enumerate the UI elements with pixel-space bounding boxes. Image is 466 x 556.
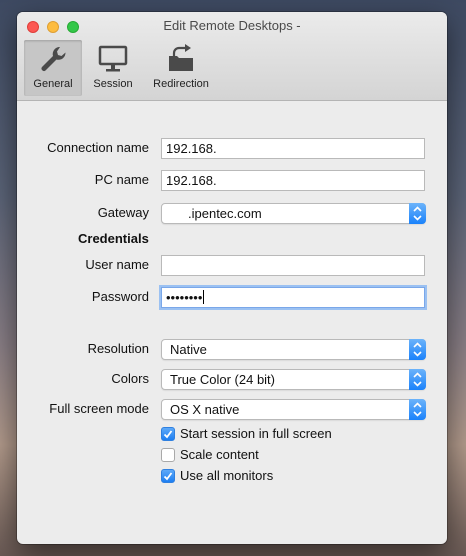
password-value: •••••••• [166,290,203,305]
credentials-heading: Credentials [78,231,149,246]
chevron-updown-icon [409,369,426,390]
colors-value: True Color (24 bit) [170,372,275,387]
gateway-label: Gateway [97,205,149,220]
tab-session-label: Session [93,78,133,90]
checkbox-checked-icon [161,469,175,483]
checkbox-unchecked-icon [161,448,175,462]
full-screen-mode-select[interactable]: OS X native [161,399,426,420]
password-field[interactable]: •••••••• [161,287,425,308]
gateway-select[interactable]: .ipentec.com [161,203,426,224]
colors-label: Colors [111,371,149,386]
tab-session[interactable]: Session [87,40,139,96]
colors-select[interactable]: True Color (24 bit) [161,369,426,390]
scale-content-label: Scale content [180,447,259,462]
edit-remote-desktops-window: Edit Remote Desktops - General Session R… [17,12,447,544]
pc-name-label: PC name [94,172,149,187]
tab-general-label: General [33,78,73,90]
chevron-updown-icon [409,339,426,360]
use-all-monitors-label: Use all monitors [180,468,274,483]
resolution-value: Native [170,342,207,357]
full-screen-mode-value: OS X native [170,402,240,417]
checkbox-checked-icon [161,427,175,441]
start-full-screen-label: Start session in full screen [180,426,332,441]
resolution-label: Resolution [87,341,149,356]
monitor-icon [98,45,128,72]
password-label: Password [91,289,149,304]
window-title: Edit Remote Desktops - [163,18,301,33]
full-screen-mode-label: Full screen mode [49,401,149,416]
pc-name-field[interactable]: 192.168. [161,170,425,191]
chevron-updown-icon [409,399,426,420]
folder-share-icon [169,44,193,71]
chevron-updown-icon [409,203,426,224]
title-toolbar: Edit Remote Desktops - General Session R… [17,12,447,101]
user-name-label: User name [85,257,149,272]
connection-name-field[interactable]: 192.168. [161,138,425,159]
text-caret [203,290,205,304]
user-name-field[interactable] [161,255,425,276]
tab-redirection-label: Redirection [153,78,209,90]
connection-name-label: Connection name [47,140,149,155]
gateway-value: .ipentec.com [188,206,262,221]
wrench-icon [41,46,66,71]
tab-redirection[interactable]: Redirection [147,40,215,96]
tab-general[interactable]: General [24,40,82,96]
resolution-select[interactable]: Native [161,339,426,360]
